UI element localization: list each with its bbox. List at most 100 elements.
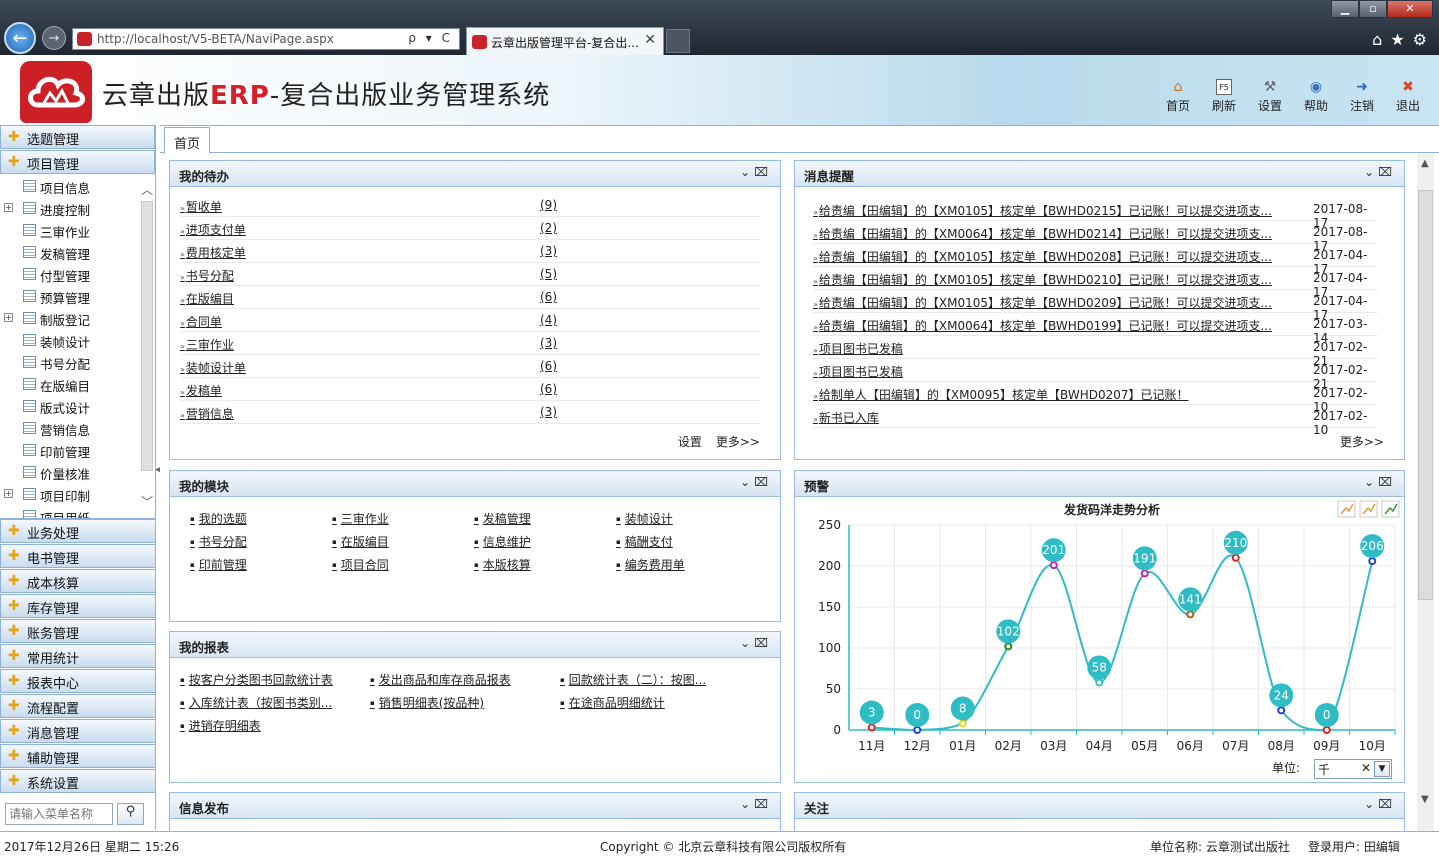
- data-point[interactable]: [1004, 642, 1013, 651]
- chevron-up-icon[interactable]: ︿: [141, 181, 153, 198]
- data-point[interactable]: [913, 726, 922, 734]
- todo-item-link[interactable]: 进项支付单: [180, 221, 246, 238]
- sidebar-group[interactable]: ✚ 账务管理: [0, 619, 156, 643]
- todo-item-count[interactable]: (5): [540, 267, 557, 281]
- close-tab-icon[interactable]: ✕: [644, 32, 656, 48]
- module-link[interactable]: 发稿管理: [474, 510, 531, 527]
- module-link[interactable]: 我的选题: [190, 510, 247, 527]
- panel-controls[interactable]: ⌄⌧: [740, 475, 772, 489]
- star-icon[interactable]: ★: [1390, 30, 1412, 49]
- sidebar-group[interactable]: ✚ 成本核算: [0, 569, 156, 593]
- toolbar-refresh-button[interactable]: F5 刷新: [1201, 79, 1247, 114]
- tree-item[interactable]: 书号分配: [0, 351, 155, 373]
- panel-controls[interactable]: ⌄⌧: [1364, 475, 1396, 489]
- sidebar-group[interactable]: ✚ 电书管理: [0, 544, 156, 568]
- sidebar-group[interactable]: ✚ 流程配置: [0, 694, 156, 718]
- tree-scroll-thumb[interactable]: [141, 201, 153, 471]
- unit-select[interactable]: 千 ✕ ▼: [1314, 759, 1392, 779]
- todo-item-link[interactable]: 三审作业: [180, 336, 234, 353]
- todo-item-count[interactable]: (3): [540, 405, 557, 419]
- data-point[interactable]: [1140, 569, 1149, 578]
- todo-item-count[interactable]: (6): [540, 290, 557, 304]
- sidebar-group[interactable]: ✚ 系统设置: [0, 769, 156, 793]
- todo-item-link[interactable]: 费用核定单: [180, 244, 246, 261]
- tab-home[interactable]: 首页: [164, 127, 210, 154]
- tree-item[interactable]: 在版编目: [0, 373, 155, 395]
- minimize-button[interactable]: ▁: [1331, 0, 1359, 18]
- todo-item-link[interactable]: 营销信息: [180, 405, 234, 422]
- tree-scrollbar[interactable]: ︿ ﹀: [139, 175, 155, 518]
- todo-item-link[interactable]: 装帧设计单: [180, 359, 246, 376]
- todo-settings-link[interactable]: 设置: [678, 435, 702, 449]
- module-link[interactable]: 书号分配: [190, 533, 247, 550]
- data-point[interactable]: [1186, 610, 1195, 619]
- sidebar-group[interactable]: ✚ 辅助管理: [0, 744, 156, 768]
- toolbar-logout-button[interactable]: ➜ 注销: [1339, 79, 1385, 114]
- gear-icon[interactable]: ⚙: [1413, 30, 1435, 49]
- todo-item-count[interactable]: (6): [540, 359, 557, 373]
- menu-search-input[interactable]: [5, 803, 113, 825]
- report-link[interactable]: 发出商品和库存商品报表: [370, 671, 511, 688]
- scroll-up-icon[interactable]: ▲: [1421, 158, 1429, 169]
- data-point[interactable]: [958, 719, 967, 728]
- tree-item[interactable]: 付型管理: [0, 263, 155, 285]
- message-link[interactable]: 给责编【田编辑】的【XM0064】核定单【BWHD0199】已记账！可以提交进项…: [813, 317, 1272, 334]
- module-link[interactable]: 本版核算: [474, 556, 531, 573]
- panel-controls[interactable]: ⌄⌧: [740, 165, 772, 179]
- tree-item[interactable]: + 制版登记: [0, 307, 155, 329]
- report-link[interactable]: 回款统计表（二）：按图...: [560, 671, 706, 688]
- todo-item-count[interactable]: (4): [540, 313, 557, 327]
- todo-item-count[interactable]: (9): [540, 198, 557, 212]
- module-link[interactable]: 印前管理: [190, 556, 247, 573]
- todo-item-count[interactable]: (2): [540, 221, 557, 235]
- tree-item[interactable]: 版式设计: [0, 395, 155, 417]
- back-button[interactable]: ←: [4, 22, 36, 54]
- todo-item-link[interactable]: 暂收单: [180, 198, 222, 215]
- message-more-link[interactable]: 更多>>: [1340, 435, 1384, 449]
- content-scrollbar[interactable]: ▲ ▼: [1417, 154, 1434, 831]
- todo-more-link[interactable]: 更多>>: [716, 435, 760, 449]
- toolbar-help-button[interactable]: ◉ 帮助: [1293, 79, 1339, 114]
- expand-icon[interactable]: +: [4, 489, 13, 498]
- panel-controls[interactable]: ⌄⌧: [740, 636, 772, 650]
- close-window-button[interactable]: ✕: [1387, 0, 1433, 18]
- message-link[interactable]: 项目图书已发稿: [813, 340, 903, 357]
- module-link[interactable]: 在版编目: [332, 533, 389, 550]
- todo-item-link[interactable]: 书号分配: [180, 267, 234, 284]
- message-link[interactable]: 给制单人【田编辑】的【XM0095】核定单【BWHD0207】已记账！: [813, 386, 1189, 403]
- report-link[interactable]: 按客户分类图书回款统计表: [180, 671, 333, 688]
- module-link[interactable]: 信息维护: [474, 533, 531, 550]
- new-tab-button[interactable]: [666, 29, 690, 53]
- data-point[interactable]: [1368, 557, 1377, 566]
- sidebar-group[interactable]: ✚ 库存管理: [0, 594, 156, 618]
- address-bar[interactable]: http://localhost/V5-BETA/NaviPage.aspx ρ…: [72, 28, 460, 50]
- chevron-down-icon[interactable]: ▼: [1374, 761, 1390, 777]
- todo-item-link[interactable]: 合同单: [180, 313, 222, 330]
- clear-icon[interactable]: ✕: [1361, 761, 1371, 775]
- todo-item-link[interactable]: 发稿单: [180, 382, 222, 399]
- search-button[interactable]: ⚲: [117, 803, 144, 825]
- module-link[interactable]: 稿酬支付: [616, 533, 673, 550]
- sidebar-group[interactable]: ✚ 业务处理: [0, 519, 156, 543]
- data-point[interactable]: [1322, 726, 1331, 734]
- sidebar-group[interactable]: ✚ 常用统计: [0, 644, 156, 668]
- todo-item-count[interactable]: (3): [540, 244, 557, 258]
- expand-icon[interactable]: +: [4, 203, 13, 212]
- scroll-down-icon[interactable]: ▼: [1421, 794, 1429, 805]
- module-link[interactable]: 装帧设计: [616, 510, 673, 527]
- message-link[interactable]: 给责编【田编辑】的【XM0105】核定单【BWHD0210】已记账！可以提交进项…: [813, 271, 1272, 288]
- message-link[interactable]: 项目图书已发稿: [813, 363, 903, 380]
- sidebar-group-topic[interactable]: ✚ 选题管理: [0, 125, 155, 149]
- module-link[interactable]: 项目合同: [332, 556, 389, 573]
- report-link[interactable]: 在途商品明细统计: [560, 694, 665, 711]
- data-point[interactable]: [1277, 706, 1286, 715]
- module-link[interactable]: 编务费用单: [616, 556, 685, 573]
- message-link[interactable]: 给责编【田编辑】的【XM0064】核定单【BWHD0214】已记账！可以提交进项…: [813, 225, 1272, 242]
- data-point[interactable]: [1049, 561, 1058, 570]
- message-link[interactable]: 给责编【田编辑】的【XM0105】核定单【BWHD0215】已记账！可以提交进项…: [813, 202, 1272, 219]
- sidebar-group[interactable]: ✚ 报表中心: [0, 669, 156, 693]
- sidebar-group-project[interactable]: ✚ 项目管理: [0, 150, 155, 174]
- panel-controls[interactable]: ⌄⌧: [1364, 797, 1396, 811]
- report-link[interactable]: 销售明细表(按品种): [370, 694, 484, 711]
- panel-controls[interactable]: ⌄⌧: [740, 797, 772, 811]
